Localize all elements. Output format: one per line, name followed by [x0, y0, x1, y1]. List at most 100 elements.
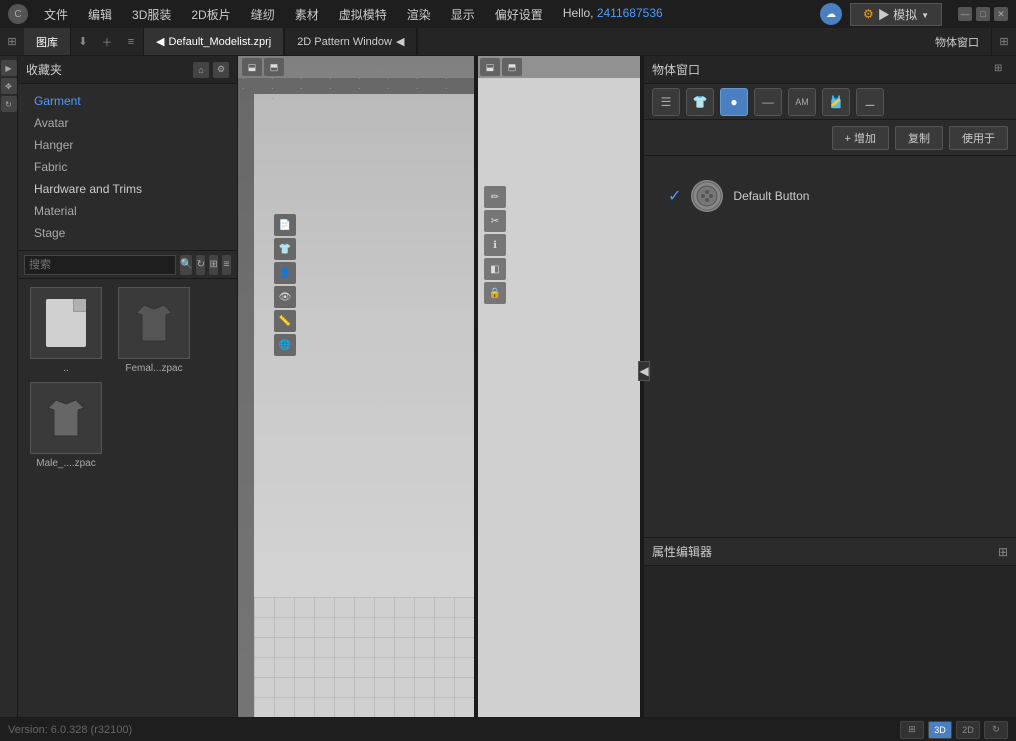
- ruler-vertical: [238, 94, 254, 717]
- category-stage[interactable]: Stage: [18, 222, 237, 244]
- window-controls: — □ ✕: [958, 7, 1008, 21]
- vp-icon-document[interactable]: 📄: [274, 214, 296, 236]
- simulate-chevron: [921, 7, 929, 21]
- vp-icon-garment[interactable]: 👕: [274, 238, 296, 260]
- menu-bar: 文件 编辑 3D服装 2D板片 缝纫 素材 虚拟模特 渲染 显示 偏好设置 He…: [36, 4, 812, 25]
- mode-icon-list[interactable]: ☰: [652, 88, 680, 116]
- attr-expand-icon[interactable]: ⊞: [998, 545, 1008, 559]
- library-add-icon[interactable]: ＋: [95, 28, 119, 55]
- list-item[interactable]: Femal...zpac: [114, 287, 194, 374]
- pat-btn-1[interactable]: ⬓: [480, 58, 500, 76]
- mode-icon-circle[interactable]: ●: [720, 88, 748, 116]
- tool-select[interactable]: ▶: [1, 60, 17, 76]
- pattern-tab-arrow: ◀: [396, 35, 404, 48]
- library-expand-icon[interactable]: ⊞: [0, 28, 24, 55]
- menu-2d-pattern[interactable]: 2D板片: [183, 4, 238, 25]
- category-hanger[interactable]: Hanger: [18, 134, 237, 156]
- item-label-2: Male_....zpac: [26, 458, 106, 469]
- close-button[interactable]: ✕: [994, 7, 1008, 21]
- list-view-icon[interactable]: ≡: [222, 255, 231, 275]
- mode-icon-fabric[interactable]: 🎽: [822, 88, 850, 116]
- pattern-icon-column: ✏ ✂ ℹ ◧ 🔒: [484, 186, 506, 304]
- menu-material[interactable]: 素材: [287, 4, 327, 25]
- tab-bar: ⊞ 图库 ⬇ ＋ ≡ ◀ Default_Modelist.zprj 2D Pa…: [0, 28, 1016, 56]
- pat-icon-info[interactable]: ℹ: [484, 234, 506, 256]
- search-icon[interactable]: 🔍: [180, 255, 192, 275]
- category-hardware[interactable]: Hardware and Trims: [18, 178, 237, 200]
- pat-icon-lock[interactable]: 🔒: [484, 282, 506, 304]
- menu-preferences[interactable]: 偏好设置: [487, 4, 551, 25]
- tool-move[interactable]: ✥: [1, 78, 17, 94]
- viewport-left-icons: 📄 👕 👤 👁 📏 🌐: [274, 214, 296, 356]
- splitter-viewport-pattern[interactable]: [474, 56, 478, 717]
- category-avatar[interactable]: Avatar: [18, 112, 237, 134]
- library-title: 收藏夹: [26, 61, 62, 78]
- 2d-pattern-window: ⬓ ⬒ ✏ ✂ ℹ ◧ 🔒: [476, 56, 644, 717]
- status-refresh-btn[interactable]: ↻: [984, 721, 1008, 739]
- refresh-icon[interactable]: ↻: [196, 255, 205, 275]
- property-panel-title: 物体窗口: [652, 61, 700, 78]
- category-garment[interactable]: Garment: [18, 90, 237, 112]
- tool-rotate[interactable]: ↻: [1, 96, 17, 112]
- apply-button[interactable]: 使用于: [949, 126, 1008, 150]
- minimize-button[interactable]: —: [958, 7, 972, 21]
- cloud-button[interactable]: ☁: [820, 3, 842, 25]
- menu-avatar[interactable]: 虚拟模特: [331, 4, 395, 25]
- list-item[interactable]: Male_....zpac: [26, 382, 106, 469]
- object-label: Default Button: [733, 189, 809, 203]
- mode-icon-garment[interactable]: 👕: [686, 88, 714, 116]
- tab-2d-pattern[interactable]: 2D Pattern Window ◀: [285, 28, 417, 55]
- menu-display[interactable]: 显示: [443, 4, 483, 25]
- menu-render[interactable]: 渲染: [399, 4, 439, 25]
- category-fabric[interactable]: Fabric: [18, 156, 237, 178]
- list-item[interactable]: ..: [26, 287, 106, 374]
- menu-3d-garment[interactable]: 3D服装: [124, 4, 179, 25]
- mode-icon-dash[interactable]: —: [754, 88, 782, 116]
- grid-view-icon[interactable]: ⊞: [209, 255, 218, 275]
- category-material[interactable]: Material: [18, 200, 237, 222]
- search-input[interactable]: [24, 255, 176, 275]
- status-3d-btn[interactable]: 3D: [928, 721, 952, 739]
- lib-icon-settings[interactable]: ⚙: [213, 62, 229, 78]
- splitter-pattern-property[interactable]: [640, 56, 644, 717]
- viewport-content: 📄 👕 👤 👁 📏 🌐: [254, 94, 475, 717]
- vp-icon-eye[interactable]: 👁: [274, 286, 296, 308]
- library-download-icon[interactable]: ⬇: [71, 28, 95, 55]
- mode-icon-bars[interactable]: ⚊: [856, 88, 884, 116]
- object-list: ✓ Default Button: [644, 156, 1016, 537]
- check-icon: ✓: [668, 186, 681, 206]
- property-panel-header: 物体窗口 ⊞: [644, 56, 1016, 84]
- vp-icon-globe[interactable]: 🌐: [274, 334, 296, 356]
- tab-library[interactable]: 图库: [24, 28, 71, 55]
- status-2d-btn[interactable]: 2D: [956, 721, 980, 739]
- mode-icon-am[interactable]: AM: [788, 88, 816, 116]
- tab-file[interactable]: ◀ Default_Modelist.zprj: [144, 28, 284, 55]
- status-grid-btn[interactable]: ⊞: [900, 721, 924, 739]
- right-panel-toggle[interactable]: ◀: [638, 361, 650, 381]
- item-label-0: ..: [26, 363, 106, 374]
- property-expand-icon[interactable]: ⊞: [992, 28, 1016, 55]
- object-thumbnail: [691, 180, 723, 212]
- tab-property[interactable]: 物体窗口: [923, 28, 992, 55]
- menu-stitch[interactable]: 缝纫: [243, 4, 283, 25]
- pat-icon-view[interactable]: ◧: [484, 258, 506, 280]
- lib-icon-home[interactable]: ⌂: [193, 62, 209, 78]
- property-panel-expand[interactable]: ⊞: [994, 63, 1008, 77]
- menu-file[interactable]: 文件: [36, 4, 76, 25]
- add-button[interactable]: + 增加: [832, 126, 889, 150]
- library-header-icons: ⌂ ⚙: [193, 62, 229, 78]
- copy-button[interactable]: 复制: [895, 126, 943, 150]
- vp-icon-avatar[interactable]: 👤: [274, 262, 296, 284]
- maximize-button[interactable]: □: [976, 7, 990, 21]
- menu-edit[interactable]: 编辑: [80, 4, 120, 25]
- simulate-button[interactable]: ⚙ ▶ 模拟: [850, 3, 942, 26]
- object-item-default-button[interactable]: ✓ Default Button: [660, 172, 1000, 220]
- pat-icon-cut[interactable]: ✂: [484, 210, 506, 232]
- pat-icon-pen[interactable]: ✏: [484, 186, 506, 208]
- pat-btn-2[interactable]: ⬒: [502, 58, 522, 76]
- tshirt-icon-male: [44, 396, 88, 440]
- library-more-icon[interactable]: ≡: [119, 28, 143, 55]
- file-tab-arrow: ◀: [156, 35, 164, 48]
- vp-icon-measure[interactable]: 📏: [274, 310, 296, 332]
- category-nav: Garment Avatar Hanger Fabric Hardware an…: [18, 84, 237, 251]
